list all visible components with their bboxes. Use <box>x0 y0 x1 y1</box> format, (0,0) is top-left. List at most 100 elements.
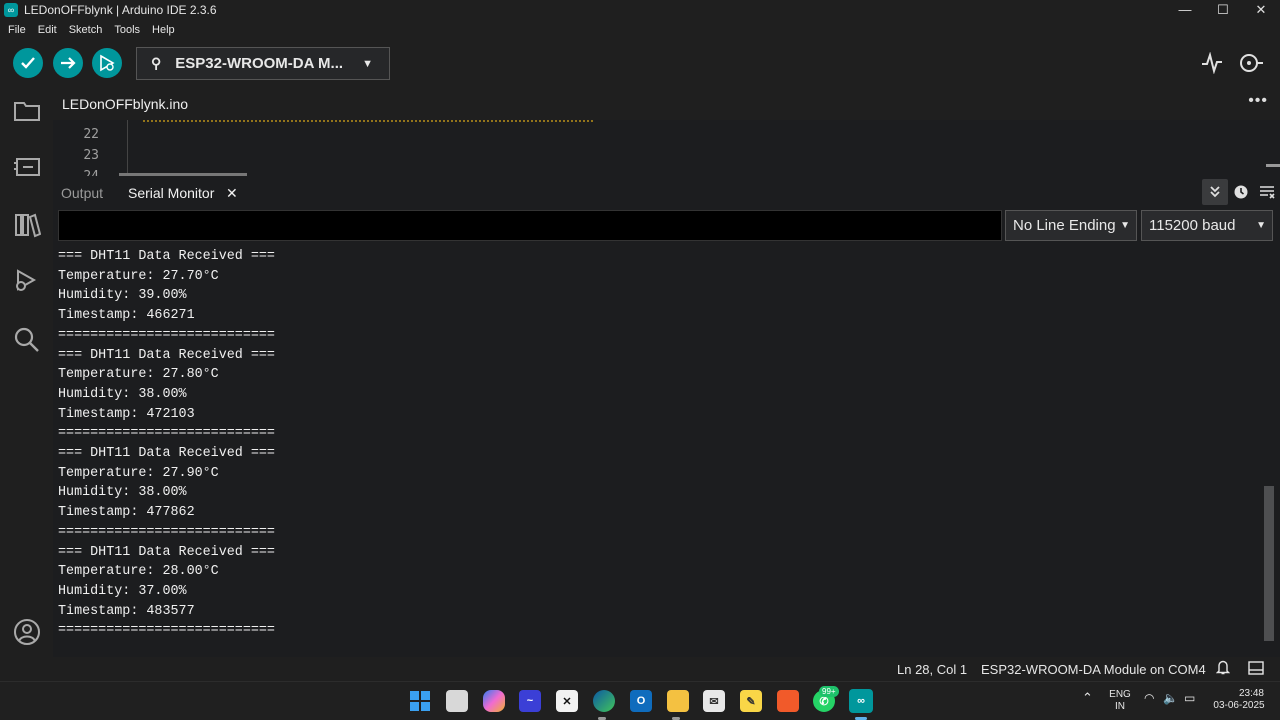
brave-browser-icon[interactable] <box>777 690 799 712</box>
file-tab[interactable]: LEDonOFFblynk.ino <box>53 90 198 120</box>
menu-sketch[interactable]: Sketch <box>63 24 109 36</box>
clock[interactable]: 23:48 03-06-2025 <box>1212 688 1266 712</box>
window-title: LEDonOFFblynk | Arduino IDE 2.3.6 <box>24 3 217 17</box>
serial-plotter-icon <box>1202 51 1222 75</box>
battery-icon[interactable]: ▭ <box>1184 692 1195 704</box>
cursor-position: Ln 28, Col 1 <box>897 662 968 677</box>
more-options-icon[interactable]: ••• <box>1248 92 1268 110</box>
scrollbar-thumb[interactable] <box>1264 486 1274 641</box>
serial-line: =========================== <box>58 327 275 343</box>
usb-icon: ⚲ <box>151 55 162 71</box>
serial-monitor-icon <box>1240 54 1263 72</box>
line-number: 23 <box>83 148 99 163</box>
sticky-notes-icon[interactable]: ✎ <box>740 690 762 712</box>
bell-icon[interactable] <box>1215 660 1231 678</box>
serial-line: Humidity: 39.00% <box>58 288 187 304</box>
clear-output-icon[interactable] <box>1254 179 1280 205</box>
folder-icon[interactable] <box>12 96 42 126</box>
chevron-up-icon[interactable]: ⌃ <box>1082 691 1093 704</box>
panel-tab-bar: Output Serial Monitor ✕ <box>53 176 1280 208</box>
panel-actions <box>1202 176 1280 208</box>
serial-line: Temperature: 27.80°C <box>58 367 219 383</box>
debug-sidebar-icon[interactable] <box>12 266 42 296</box>
board-manager-icon[interactable] <box>12 152 42 182</box>
menu-tools[interactable]: Tools <box>108 24 146 36</box>
editor-tab-bar: LEDonOFFblynk.ino ••• <box>53 90 1280 120</box>
baud-rate-value: 115200 baud <box>1149 217 1236 234</box>
serial-line: =========================== <box>58 426 275 442</box>
toggle-panel-icon[interactable] <box>1248 661 1264 678</box>
file-explorer-icon[interactable] <box>667 690 689 712</box>
chevron-down-icon: ▼ <box>1120 220 1130 231</box>
teams-icon[interactable]: ~ <box>519 690 541 712</box>
menu-edit[interactable]: Edit <box>32 24 63 36</box>
verify-button[interactable] <box>13 48 43 78</box>
capcut-icon[interactable]: ✕ <box>556 690 578 712</box>
board-name: ESP32-WROOM-DA M... <box>175 55 344 72</box>
outlook-icon[interactable]: O <box>630 690 652 712</box>
task-view-icon[interactable] <box>446 690 468 712</box>
volume-icon[interactable]: 🔈 <box>1163 692 1178 704</box>
line-ending-select[interactable]: No Line Ending ▼ <box>1005 210 1137 241</box>
code-line-fragment <box>143 120 593 122</box>
menu-help[interactable]: Help <box>146 24 181 36</box>
mail-icon[interactable]: ✉ <box>703 690 725 712</box>
window-controls: — ☐ ✕ <box>1166 0 1280 20</box>
search-icon[interactable] <box>12 324 42 354</box>
serial-line: Temperature: 28.00°C <box>58 564 219 580</box>
wifi-icon[interactable]: ◠ <box>1144 692 1154 704</box>
debug-button[interactable] <box>92 48 122 78</box>
autoscroll-icon[interactable] <box>1202 179 1228 205</box>
activity-sidebar <box>0 90 53 680</box>
serial-line: === DHT11 Data Received === <box>58 347 275 363</box>
board-port-status[interactable]: ESP32-WROOM-DA Module on COM4 <box>981 662 1206 677</box>
indent-guide <box>127 120 128 176</box>
serial-output: === DHT11 Data Received === Temperature:… <box>53 246 1264 656</box>
line-ending-value: No Line Ending <box>1013 217 1116 234</box>
clock-time: 23:48 <box>1238 688 1264 699</box>
board-selector[interactable]: ⚲ ESP32-WROOM-DA M... ▼ <box>136 47 390 80</box>
serial-line: =========================== <box>58 524 275 540</box>
serial-line: Timestamp: 477862 <box>58 505 195 521</box>
code-editor[interactable]: 22 23 24 <box>53 120 1280 176</box>
serial-line: =========================== <box>58 623 275 639</box>
edge-browser-icon[interactable] <box>593 690 615 712</box>
close-window-button[interactable]: ✕ <box>1242 0 1280 20</box>
windows-start-icon[interactable] <box>409 690 431 712</box>
timestamp-icon[interactable] <box>1228 179 1254 205</box>
arrow-right-icon <box>61 57 76 69</box>
arduino-logo-icon: ∞ <box>4 3 18 17</box>
region-code: IN <box>1115 701 1125 712</box>
close-icon[interactable]: ✕ <box>226 185 238 202</box>
editor-vertical-scrollbar[interactable] <box>1266 164 1280 167</box>
copilot-icon[interactable] <box>483 690 505 712</box>
account-icon[interactable] <box>12 617 42 647</box>
tab-serial-monitor[interactable]: Serial Monitor <box>128 185 214 201</box>
serial-message-input[interactable] <box>58 210 1002 241</box>
serial-line: === DHT11 Data Received === <box>58 249 275 264</box>
serial-line: Humidity: 38.00% <box>58 485 187 501</box>
serial-line: Timestamp: 472103 <box>58 406 195 422</box>
serial-line: Temperature: 27.90°C <box>58 465 219 481</box>
upload-button[interactable] <box>53 48 83 78</box>
serial-scrollbar[interactable] <box>1264 246 1274 656</box>
debug-icon <box>100 54 115 72</box>
library-manager-icon[interactable] <box>12 210 42 240</box>
tab-output[interactable]: Output <box>61 185 103 201</box>
os-taskbar: ~ ✕ O ✉ ✎ ✆ 99+ ∞ ⌃ ENG IN ◠ 🔈 ▭ 23:48 0… <box>0 681 1280 720</box>
maximize-button[interactable]: ☐ <box>1204 0 1242 20</box>
minimize-button[interactable]: — <box>1166 0 1204 20</box>
serial-line: Timestamp: 466271 <box>58 308 195 324</box>
menu-file[interactable]: File <box>2 24 32 36</box>
arduino-taskbar-icon[interactable]: ∞ <box>849 689 873 713</box>
baud-rate-select[interactable]: 115200 baud ▼ <box>1141 210 1273 241</box>
serial-line: === DHT11 Data Received === <box>58 446 275 462</box>
serial-plotter-button[interactable] <box>1201 51 1223 80</box>
language-indicator[interactable]: ENG IN <box>1108 689 1132 713</box>
serial-monitor-button[interactable] <box>1238 52 1264 80</box>
menu-bar: File Edit Sketch Tools Help <box>0 20 1280 40</box>
line-number: 22 <box>83 127 99 142</box>
serial-line: Humidity: 37.00% <box>58 583 187 599</box>
checkmark-icon <box>21 57 35 69</box>
notification-badge: 99+ <box>819 686 839 697</box>
